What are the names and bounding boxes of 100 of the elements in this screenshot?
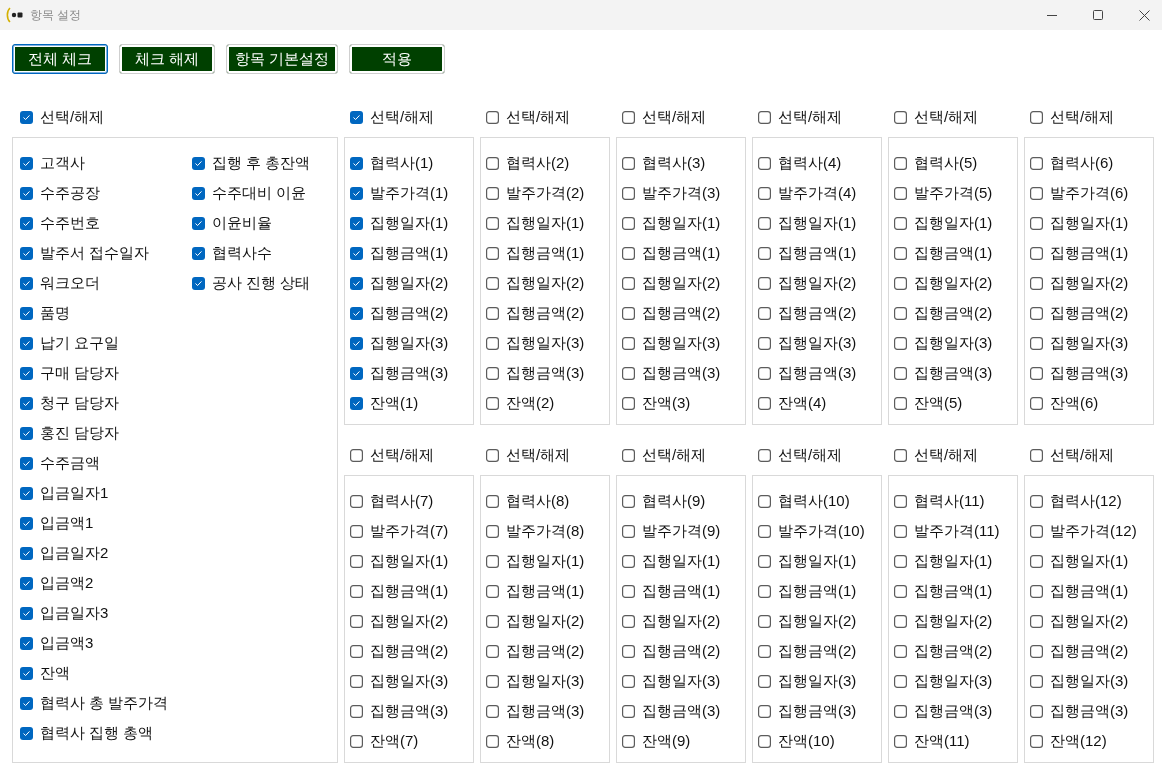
checkbox[interactable] xyxy=(758,734,771,748)
checkbox-label[interactable]: 집행일자(1) xyxy=(506,551,585,571)
checkbox[interactable] xyxy=(758,674,771,688)
checkbox[interactable] xyxy=(20,576,33,590)
checkbox[interactable] xyxy=(20,516,33,530)
checkbox-label[interactable]: 집행금액(2) xyxy=(370,641,449,661)
checkbox-label[interactable]: 발주가격(11) xyxy=(914,521,1000,541)
checkbox[interactable] xyxy=(192,276,205,290)
checkbox[interactable] xyxy=(486,554,499,568)
checkbox[interactable] xyxy=(20,486,33,500)
checkbox-label[interactable]: 잔액(4) xyxy=(778,393,827,413)
checkbox-label[interactable]: 잔액(5) xyxy=(914,393,963,413)
checkbox-label[interactable]: 발주가격(3) xyxy=(642,183,721,203)
checkbox-label[interactable]: 집행금액(3) xyxy=(642,363,721,383)
checkbox-label[interactable]: 집행일자(2) xyxy=(370,611,449,631)
checkbox-label[interactable]: 발주서 접수일자 xyxy=(40,243,150,263)
checkbox-label[interactable]: 집행일자(1) xyxy=(370,551,449,571)
checkbox[interactable] xyxy=(894,674,907,688)
checkbox[interactable] xyxy=(350,644,363,658)
checkbox-label[interactable]: 집행일자(1) xyxy=(370,213,449,233)
checkbox-label[interactable]: 잔액(9) xyxy=(642,731,691,751)
checkbox-label[interactable]: 집행일자(2) xyxy=(778,611,857,631)
checkbox-label[interactable]: 집행금액(1) xyxy=(506,243,585,263)
checkbox-label[interactable]: 협력사수 xyxy=(212,243,272,263)
checkbox-label[interactable]: 집행금액(3) xyxy=(506,363,585,383)
checkbox-label[interactable]: 집행일자(3) xyxy=(914,671,993,691)
checkbox[interactable] xyxy=(622,276,635,290)
checkbox-label[interactable]: 집행금액(3) xyxy=(914,363,993,383)
checkbox[interactable] xyxy=(350,584,363,598)
checkbox[interactable] xyxy=(486,614,499,628)
checkbox-label[interactable]: 이윤비율 xyxy=(212,213,272,233)
checkbox[interactable] xyxy=(1030,276,1043,290)
toolbar-button[interactable]: 전체 체크 xyxy=(12,44,108,74)
checkbox-label[interactable]: 집행일자(3) xyxy=(1050,333,1129,353)
checkbox[interactable] xyxy=(1030,524,1043,538)
checkbox[interactable] xyxy=(20,276,33,290)
checkbox[interactable] xyxy=(758,110,771,124)
checkbox-label[interactable]: 집행일자(1) xyxy=(506,213,585,233)
checkbox-label[interactable]: 집행금액(1) xyxy=(370,243,449,263)
checkbox[interactable] xyxy=(758,216,771,230)
checkbox[interactable] xyxy=(1030,396,1043,410)
checkbox[interactable] xyxy=(622,366,635,380)
checkbox[interactable] xyxy=(894,156,907,170)
checkbox[interactable] xyxy=(1030,704,1043,718)
checkbox-label[interactable]: 협력사(10) xyxy=(778,491,850,511)
checkbox-label[interactable]: 집행금액(3) xyxy=(642,701,721,721)
checkbox[interactable] xyxy=(20,336,33,350)
checkbox-label[interactable]: 집행금액(3) xyxy=(506,701,585,721)
checkbox[interactable] xyxy=(622,448,635,462)
checkbox[interactable] xyxy=(20,606,33,620)
checkbox-label[interactable]: 협력사(7) xyxy=(370,491,434,511)
checkbox[interactable] xyxy=(758,614,771,628)
checkbox-label[interactable]: 집행금액(2) xyxy=(506,641,585,661)
checkbox[interactable] xyxy=(486,734,499,748)
checkbox-label[interactable]: 집행일자(2) xyxy=(642,273,721,293)
checkbox[interactable] xyxy=(350,448,363,462)
checkbox[interactable] xyxy=(350,186,363,200)
checkbox-label[interactable]: 집행일자(2) xyxy=(778,273,857,293)
checkbox[interactable] xyxy=(20,216,33,230)
checkbox[interactable] xyxy=(350,554,363,568)
checkbox-label[interactable]: 집행금액(1) xyxy=(1050,243,1129,263)
checkbox[interactable] xyxy=(894,216,907,230)
checkbox-label[interactable]: 집행금액(3) xyxy=(914,701,993,721)
checkbox[interactable] xyxy=(192,216,205,230)
checkbox-label[interactable]: 집행금액(1) xyxy=(370,581,449,601)
checkbox-label[interactable]: 집행금액(3) xyxy=(370,363,449,383)
checkbox-label[interactable]: 집행일자(2) xyxy=(506,273,585,293)
checkbox-label[interactable]: 공사 진행 상태 xyxy=(212,273,311,293)
checkbox-label[interactable]: 선택/해제 xyxy=(642,107,707,127)
checkbox[interactable] xyxy=(486,156,499,170)
checkbox[interactable] xyxy=(758,584,771,598)
checkbox[interactable] xyxy=(20,246,33,260)
checkbox-label[interactable]: 집행금액(3) xyxy=(778,363,857,383)
checkbox-label[interactable]: 집행일자(3) xyxy=(914,333,993,353)
checkbox[interactable] xyxy=(622,494,635,508)
checkbox-label[interactable]: 협력사(9) xyxy=(642,491,706,511)
checkbox-label[interactable]: 선택/해제 xyxy=(40,107,105,127)
checkbox[interactable] xyxy=(20,396,33,410)
checkbox-label[interactable]: 집행금액(1) xyxy=(914,243,993,263)
checkbox[interactable] xyxy=(20,156,33,170)
checkbox[interactable] xyxy=(20,426,33,440)
checkbox-label[interactable]: 집행금액(1) xyxy=(642,243,721,263)
toolbar-button[interactable]: 적용 xyxy=(349,44,446,74)
checkbox[interactable] xyxy=(622,246,635,260)
checkbox[interactable] xyxy=(350,306,363,320)
checkbox-label[interactable]: 집행금액(2) xyxy=(506,303,585,323)
checkbox-label[interactable]: 워크오더 xyxy=(40,273,100,293)
checkbox[interactable] xyxy=(486,276,499,290)
maximize-icon[interactable] xyxy=(1093,10,1103,20)
checkbox[interactable] xyxy=(486,584,499,598)
checkbox[interactable] xyxy=(192,246,205,260)
checkbox-label[interactable]: 집행일자(2) xyxy=(1050,273,1129,293)
checkbox[interactable] xyxy=(350,216,363,230)
checkbox-label[interactable]: 집행금액(2) xyxy=(778,303,857,323)
checkbox-label[interactable]: 집행금액(1) xyxy=(778,243,857,263)
checkbox[interactable] xyxy=(894,306,907,320)
checkbox-label[interactable]: 선택/해제 xyxy=(370,107,435,127)
checkbox[interactable] xyxy=(350,614,363,628)
checkbox[interactable] xyxy=(894,584,907,598)
checkbox-label[interactable]: 집행일자(3) xyxy=(642,671,721,691)
